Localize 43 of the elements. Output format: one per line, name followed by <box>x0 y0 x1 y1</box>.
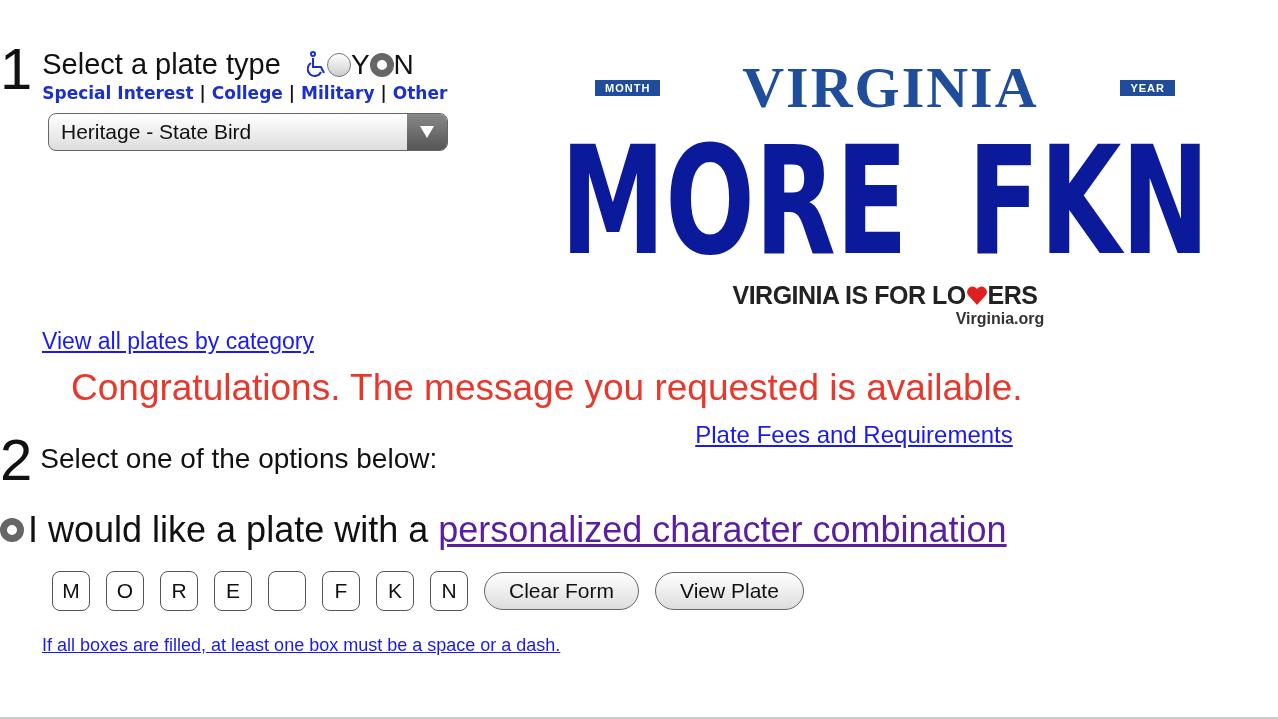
radio-button[interactable] <box>326 52 351 77</box>
option-label: I would like a plate with a personalized character combination <box>28 509 1007 551</box>
slogan-text: ERS <box>987 281 1038 310</box>
state-name: VIRGINIA <box>742 54 1039 121</box>
caret-icon <box>420 126 434 138</box>
step-number: 2 <box>0 431 33 489</box>
separator: | <box>380 83 387 103</box>
step-number: 1 <box>0 40 33 98</box>
heart-icon <box>965 285 988 306</box>
radio-label: N <box>393 48 414 81</box>
website-text: Virginia.org <box>955 310 1045 328</box>
fees-link[interactable]: Plate Fees and Requirements <box>695 421 1013 449</box>
radio-label: Y <box>350 48 370 81</box>
character-field[interactable]: K <box>376 571 414 611</box>
radio-button[interactable] <box>0 518 24 542</box>
radio-button[interactable] <box>369 52 394 77</box>
slogan-text: VIRGINIA IS FOR LO <box>732 281 966 310</box>
plate-type-dropdown[interactable]: Heritage - State Bird <box>48 113 448 151</box>
character-field[interactable]: R <box>160 571 198 611</box>
requirement-note[interactable]: If all boxes are filled, at least one box must be a space or a dash. <box>42 635 1278 656</box>
view-all-link[interactable]: View all plates by category <box>42 328 560 355</box>
plate-text: MORE FKN <box>560 121 1210 281</box>
character-field[interactable]: F <box>322 571 360 611</box>
year-label: YEAR <box>1120 79 1175 96</box>
availability-message: Congratulations. The message you requested is available. <box>71 367 1024 409</box>
category-link[interactable]: College <box>211 83 283 103</box>
character-field[interactable] <box>268 571 306 611</box>
step-title: Select one of the options below: <box>40 443 439 475</box>
form-button[interactable]: Clear Form <box>484 572 639 610</box>
form-button[interactable]: View Plate <box>655 572 804 610</box>
separator: | <box>288 83 296 103</box>
character-field[interactable]: E <box>214 571 252 611</box>
step-title: Select a plate type <box>42 48 281 81</box>
character-field[interactable]: M <box>52 571 90 611</box>
category-link[interactable]: Military <box>301 83 375 103</box>
category-link[interactable]: Other <box>392 83 448 103</box>
category-link[interactable]: Special Interest <box>42 83 194 103</box>
character-field[interactable]: O <box>106 571 144 611</box>
character-field[interactable]: N <box>430 571 468 611</box>
wheelchair-icon <box>306 50 327 79</box>
separator: | <box>199 83 206 103</box>
personalized-link[interactable]: personalized character combination <box>438 509 1007 550</box>
month-label: MONTH <box>595 79 661 96</box>
